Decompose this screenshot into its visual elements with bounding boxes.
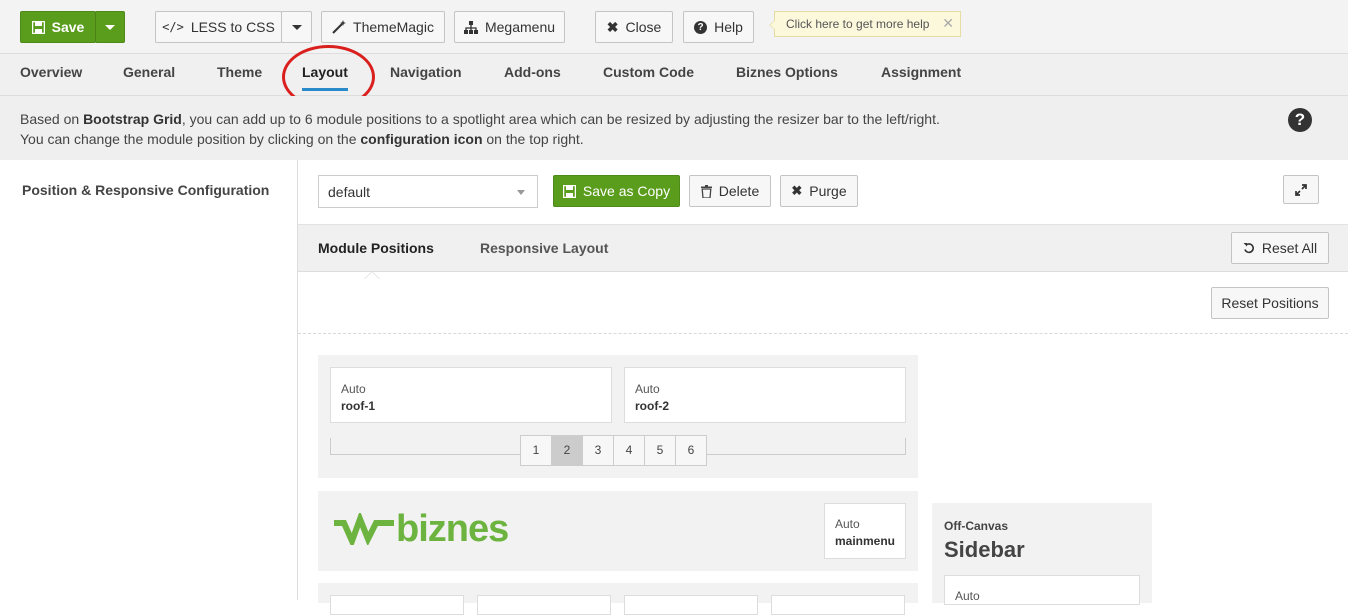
tooltip-text: Click here to get more help <box>786 17 930 31</box>
reset-all-label: Reset All <box>1261 240 1318 256</box>
divider <box>298 333 1348 334</box>
subtab-responsive-layout[interactable]: Responsive Layout <box>480 225 608 272</box>
close-label: Close <box>625 19 662 35</box>
tab-layout[interactable]: Layout <box>302 54 348 96</box>
fullscreen-button[interactable] <box>1283 175 1319 204</box>
question-circle-icon: ? <box>694 20 708 34</box>
info-line-2: You can change the module position by cl… <box>20 131 584 147</box>
save-as-copy-button[interactable]: Save as Copy <box>553 175 680 207</box>
save-dropdown-toggle[interactable] <box>95 11 125 43</box>
pager-item[interactable]: 1 <box>520 435 552 466</box>
position-offcanvas[interactable]: Auto <box>944 575 1140 605</box>
thememagic-button[interactable]: ThemeMagic <box>321 11 445 43</box>
code-icon: </> <box>162 20 184 34</box>
save-label: Save <box>51 19 85 35</box>
purge-label: Purge <box>809 183 847 199</box>
delete-label: Delete <box>718 183 760 199</box>
position-name: mainmenu <box>835 534 896 548</box>
help-tooltip[interactable]: Click here to get more help ✕ <box>769 11 961 37</box>
close-icon[interactable]: ✕ <box>942 15 954 32</box>
main-tabs: Overview General Theme Layout Navigation… <box>0 54 1348 96</box>
subtabs: Module Positions Responsive Layout <box>298 224 1348 272</box>
tab-theme[interactable]: Theme <box>217 54 262 96</box>
chevron-down-icon <box>517 190 525 195</box>
reset-positions-button[interactable]: Reset Positions <box>1211 287 1329 319</box>
info-line-1: Based on Bootstrap Grid, you can add up … <box>20 111 940 127</box>
close-icon: ✖ <box>606 18 619 35</box>
tab-add-ons[interactable]: Add-ons <box>504 54 561 96</box>
less-to-css-group: </> LESS to CSS <box>155 11 312 43</box>
position-roof-2[interactable]: Auto roof-2 <box>624 367 906 423</box>
close-button[interactable]: ✖ Close <box>595 11 673 43</box>
position-mainmenu[interactable]: Auto mainmenu <box>824 503 906 559</box>
save-button[interactable]: Save <box>20 11 96 43</box>
delete-button[interactable]: Delete <box>689 175 771 207</box>
reset-positions-label: Reset Positions <box>1221 295 1319 311</box>
position-box[interactable] <box>771 595 905 615</box>
info-description: Based on Bootstrap Grid, you can add up … <box>0 96 1348 160</box>
section-title: Position & Responsive Configuration <box>22 182 270 198</box>
pager-item[interactable]: 6 <box>675 435 707 466</box>
tab-navigation[interactable]: Navigation <box>390 54 462 96</box>
tab-assignment[interactable]: Assignment <box>881 54 961 96</box>
pager-item[interactable]: 5 <box>644 435 676 466</box>
offcanvas-title: Sidebar <box>944 537 1025 562</box>
question-circle-icon[interactable]: ? <box>1288 108 1312 132</box>
floppy-icon <box>31 20 45 34</box>
pager-item-active[interactable]: 2 <box>551 435 583 466</box>
undo-icon <box>1243 243 1254 254</box>
position-width: Auto <box>341 382 366 396</box>
tab-biznes-options[interactable]: Biznes Options <box>736 54 838 96</box>
position-roof-1[interactable]: Auto roof-1 <box>330 367 612 423</box>
less-to-css-label: LESS to CSS <box>190 19 275 35</box>
chevron-down-icon <box>291 24 302 30</box>
position-box[interactable] <box>330 595 464 615</box>
position-box[interactable] <box>624 595 758 615</box>
position-name: roof-2 <box>635 399 669 413</box>
help-button[interactable]: ? Help <box>683 11 754 43</box>
tab-general[interactable]: General <box>123 54 175 96</box>
less-dropdown-toggle[interactable] <box>281 11 312 43</box>
position-width: Auto <box>955 589 980 603</box>
column-count-pager: 1 2 3 4 5 6 <box>520 435 707 466</box>
purge-button[interactable]: ✖ Purge <box>780 175 858 207</box>
megamenu-label: Megamenu <box>484 19 556 35</box>
logo-wave-icon <box>334 513 394 545</box>
help-label: Help <box>714 19 743 35</box>
save-as-copy-label: Save as Copy <box>582 183 671 199</box>
floppy-icon <box>562 184 576 198</box>
reset-all-button[interactable]: Reset All <box>1231 232 1329 264</box>
chevron-down-icon <box>105 24 115 30</box>
layout-select[interactable]: default <box>318 175 538 208</box>
logo-text: biznes <box>396 508 509 550</box>
megamenu-button[interactable]: Megamenu <box>454 11 565 43</box>
tab-overview[interactable]: Overview <box>20 54 82 96</box>
position-name: roof-1 <box>341 399 375 413</box>
position-width: Auto <box>635 382 660 396</box>
save-button-group: Save <box>20 11 125 43</box>
less-to-css-button[interactable]: </> LESS to CSS <box>155 11 282 43</box>
position-box[interactable] <box>477 595 611 615</box>
pager-item[interactable]: 4 <box>613 435 645 466</box>
magic-wand-icon <box>332 20 347 34</box>
biznes-logo: biznes <box>334 508 509 550</box>
close-icon: ✖ <box>791 183 803 198</box>
toolbar: Save </> LESS to CSS ThemeMagic Megamenu… <box>0 0 1348 54</box>
thememagic-label: ThemeMagic <box>353 19 434 35</box>
tab-custom-code[interactable]: Custom Code <box>603 54 694 96</box>
layout-select-value: default <box>328 184 371 200</box>
position-width: Auto <box>835 517 860 531</box>
trash-icon <box>700 184 712 198</box>
subtab-module-positions[interactable]: Module Positions <box>318 225 434 272</box>
offcanvas-label: Off-Canvas <box>944 519 1009 533</box>
sitemap-icon <box>463 20 478 34</box>
pager-item[interactable]: 3 <box>582 435 614 466</box>
expand-icon <box>1295 183 1307 196</box>
